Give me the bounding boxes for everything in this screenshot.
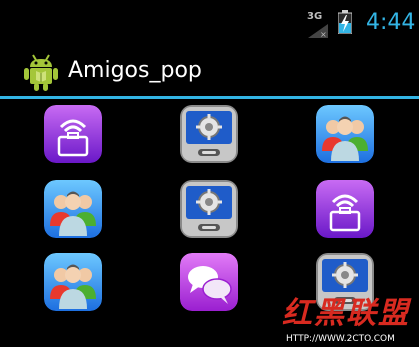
clock: 4:44 [366,10,416,35]
grid-item-contacts-group[interactable] [44,180,102,238]
signal-icon: × [308,23,328,42]
grid-item-chat-bubbles[interactable] [180,253,238,311]
android-robot-icon[interactable] [24,52,58,96]
action-bar-divider [0,96,419,99]
grid-item-wifi-briefcase[interactable] [44,105,102,163]
grid-item-contacts-group[interactable] [316,105,374,163]
watermark: 红黑联盟 HTTP://WWW.2CTO.COM [282,288,419,347]
settings-device-icon [180,105,238,163]
contacts-group-icon [44,180,102,238]
status-bar: 3G × 4:44 [0,0,419,46]
battery-charging-icon [337,10,353,38]
action-bar: Amigos_pop [0,48,419,96]
wifi-briefcase-icon [316,180,374,238]
grid-item-settings-device[interactable] [180,105,238,163]
settings-device-icon [180,180,238,238]
contacts-group-icon [316,105,374,163]
grid-item-settings-device[interactable] [180,180,238,238]
wifi-briefcase-icon [44,105,102,163]
app-title: Amigos_pop [68,58,202,83]
watermark-url: HTTP://WWW.2CTO.COM [286,334,395,344]
grid-item-wifi-briefcase[interactable] [316,180,374,238]
watermark-characters: 红黑联盟 [282,296,410,331]
chat-bubbles-icon [180,253,238,311]
svg-text:×: × [320,30,327,38]
contacts-group-icon [44,253,102,311]
network-type-label: 3G [307,11,323,22]
grid-item-contacts-group[interactable] [44,253,102,311]
